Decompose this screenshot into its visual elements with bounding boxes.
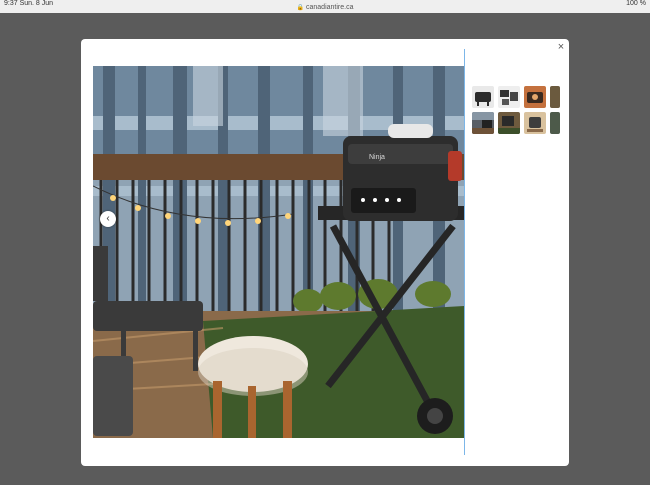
close-button[interactable]: × bbox=[555, 41, 567, 53]
thumbnail-grill-food[interactable] bbox=[524, 86, 546, 108]
gallery-divider bbox=[464, 49, 465, 455]
thumbnail-balcony-4[interactable] bbox=[550, 112, 560, 134]
thumbnail-balcony-2[interactable] bbox=[498, 112, 520, 134]
lock-icon: 🔒 bbox=[296, 5, 304, 11]
status-bar: 9:37 Sun. 8 Jun 100 % 🔒 canadiantire.ca bbox=[0, 0, 650, 13]
thumbnail-balcony-1[interactable] bbox=[472, 112, 494, 134]
thumbnail-grill-parts[interactable] bbox=[498, 86, 520, 108]
image-modal: × Ninja ‹ bbox=[81, 39, 569, 466]
previous-image-button[interactable]: ‹ bbox=[100, 211, 116, 227]
url-bar[interactable]: 🔒 canadiantire.ca bbox=[0, 3, 650, 13]
url-text: canadiantire.ca bbox=[306, 4, 354, 11]
balcony-grill-photo: Ninja bbox=[93, 66, 464, 438]
thumbnail-balcony-3[interactable] bbox=[524, 112, 546, 134]
grill-brand-label: Ninja bbox=[369, 154, 385, 161]
thumbnail-grill-front[interactable] bbox=[472, 86, 494, 108]
chevron-left-icon: ‹ bbox=[106, 213, 110, 224]
main-product-image: Ninja bbox=[93, 66, 464, 438]
thumbnail-grill-partial[interactable] bbox=[550, 86, 560, 108]
